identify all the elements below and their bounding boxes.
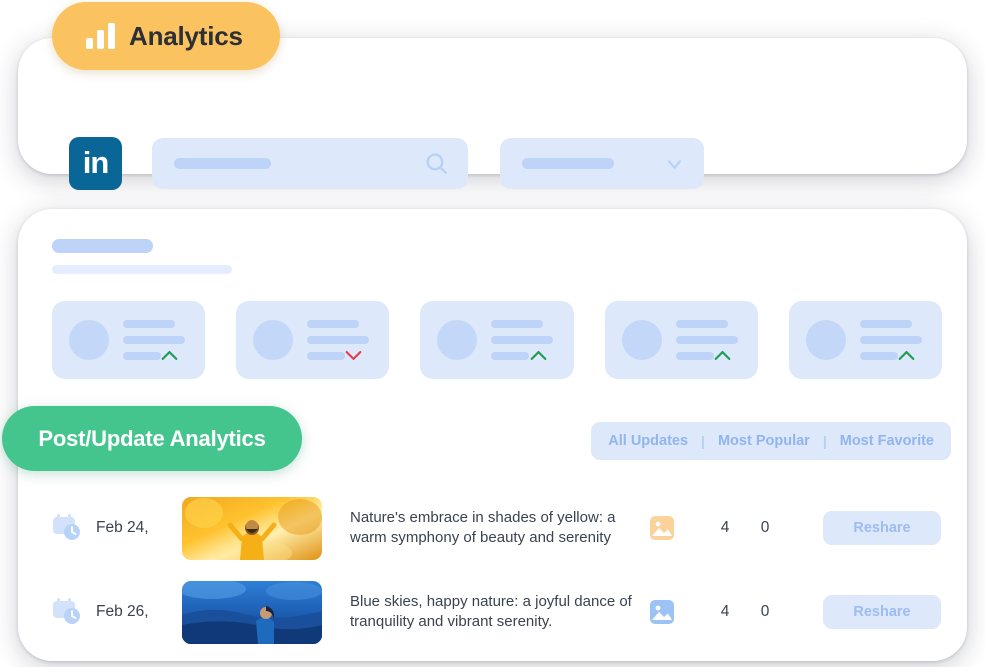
- chevron-up-icon: [530, 350, 547, 361]
- post-update-analytics-badge: Post/Update Analytics: [2, 406, 302, 471]
- post-date: Feb 26,: [96, 603, 149, 620]
- post-thumbnail[interactable]: [182, 496, 322, 560]
- title-skeleton-line-2: [52, 265, 232, 274]
- search-icon[interactable]: [424, 151, 449, 176]
- analytics-badge: Analytics: [52, 2, 280, 70]
- avatar: [69, 320, 109, 360]
- bar-chart-icon: [86, 23, 115, 49]
- post-date: Feb 24,: [96, 519, 149, 536]
- tab-most-favorite[interactable]: Most Favorite: [840, 433, 934, 449]
- reaction-count: 4: [720, 603, 730, 620]
- avatar: [437, 320, 478, 360]
- post-text: Blue skies, happy nature: a joyful dance…: [350, 593, 632, 630]
- analytics-badge-label: Analytics: [129, 20, 243, 51]
- avatar: [621, 320, 662, 360]
- stat-card[interactable]: [604, 301, 758, 379]
- tab-most-popular[interactable]: Most Popular: [718, 433, 810, 449]
- stat-card[interactable]: [52, 301, 206, 379]
- reshare-button[interactable]: Reshare: [823, 595, 941, 629]
- reaction-count: 4: [720, 519, 730, 536]
- stat-card[interactable]: [788, 301, 943, 379]
- stat-card[interactable]: [420, 301, 574, 379]
- table-row: Feb 24, Nature's embrace in shades of ye…: [18, 486, 967, 570]
- filter-separator: |: [701, 433, 705, 449]
- comment-count: 0: [760, 603, 770, 620]
- chevron-down-icon[interactable]: [665, 155, 684, 174]
- screenshot-root: in Analytics Post/Update Analytics All U…: [0, 0, 985, 667]
- chevron-up-icon: [161, 350, 178, 361]
- tab-all-updates[interactable]: All Updates: [608, 433, 688, 449]
- image-icon: [650, 600, 674, 624]
- linkedin-icon[interactable]: in: [69, 137, 122, 190]
- post-text: Nature's embrace in shades of yellow: a …: [350, 509, 616, 546]
- post-table: Feb 24, Nature's embrace in shades of ye…: [18, 486, 967, 654]
- filter-separator: |: [822, 433, 827, 449]
- search-input[interactable]: [152, 138, 468, 189]
- avatar: [253, 320, 294, 360]
- calendar-clock-icon: [53, 598, 80, 624]
- stat-card[interactable]: [236, 301, 390, 379]
- calendar-clock-icon: [53, 514, 80, 540]
- autumn-yellow-photo: [182, 496, 322, 560]
- blue-nature-photo: [182, 580, 322, 644]
- reshare-button[interactable]: Reshare: [823, 511, 941, 545]
- post-thumbnail[interactable]: [182, 580, 322, 644]
- avatar: [805, 320, 846, 360]
- search-placeholder-skeleton: [174, 158, 271, 169]
- post-filter-tabs: All Updates | Most Popular | Most Favori…: [591, 422, 951, 460]
- title-skeleton-line-1: [52, 239, 153, 253]
- chevron-down-icon: [346, 350, 362, 361]
- stat-card-list: [52, 301, 943, 379]
- chevron-up-icon: [898, 350, 915, 361]
- table-row: Feb 26, Blue skies, happy nature: a joyf…: [18, 570, 967, 654]
- chevron-up-icon: [714, 350, 731, 361]
- post-update-analytics-label: Post/Update Analytics: [38, 425, 266, 451]
- dropdown-value-skeleton: [522, 158, 614, 169]
- panel-title-skeleton: [52, 239, 232, 274]
- linkedin-logo-text: in: [82, 144, 110, 180]
- image-icon: [650, 516, 674, 540]
- network-filter-dropdown[interactable]: [500, 138, 704, 189]
- comment-count: 0: [760, 519, 770, 536]
